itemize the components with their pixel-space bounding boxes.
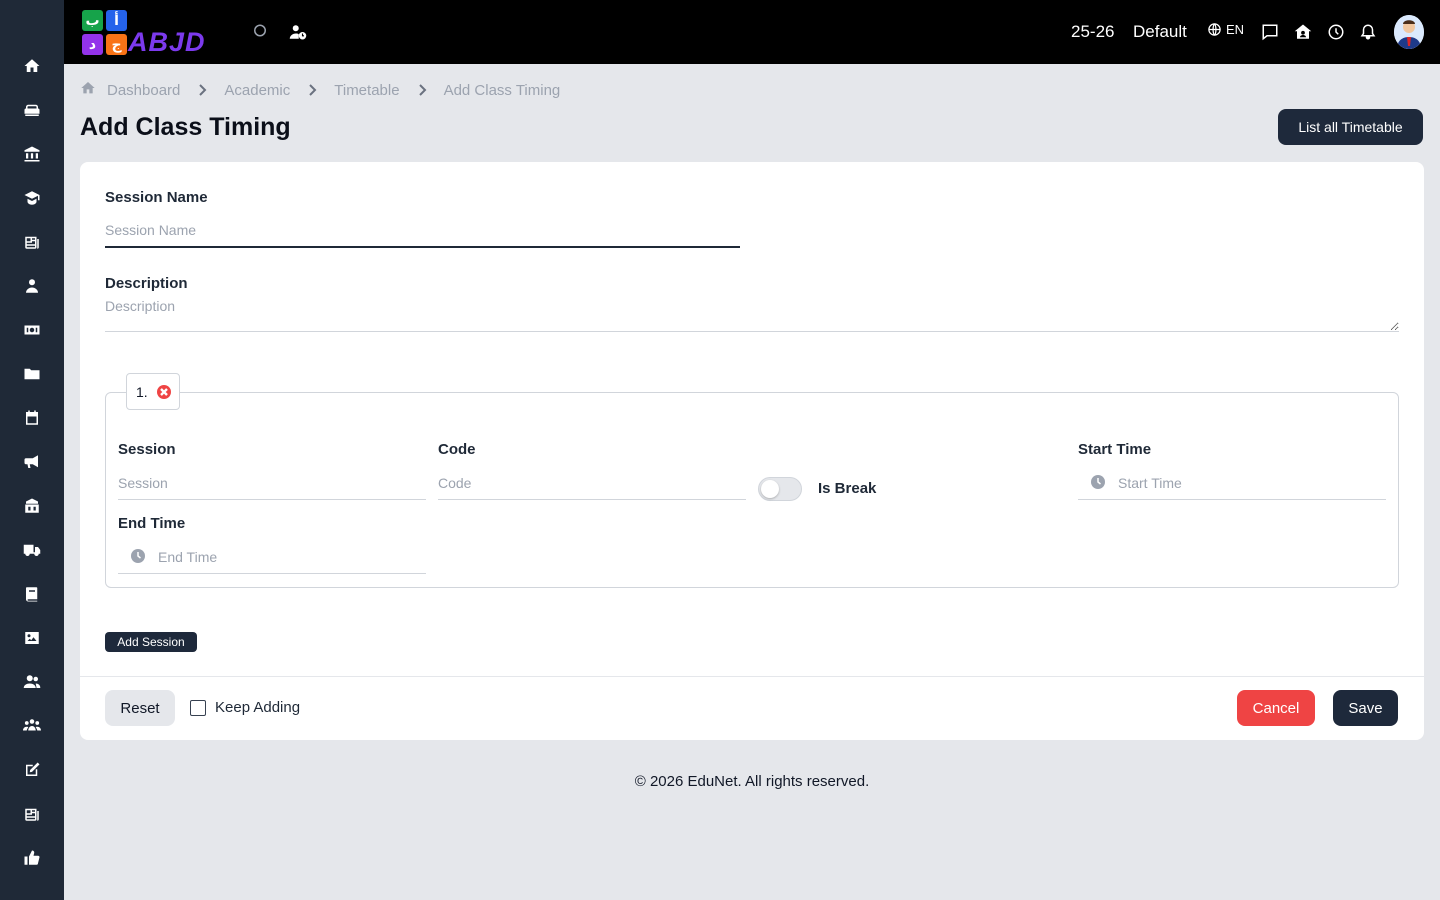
money-icon[interactable] (22, 320, 42, 340)
logo-tile-alif: أ (106, 10, 127, 31)
cancel-button[interactable]: Cancel (1237, 690, 1315, 726)
book-icon[interactable] (22, 584, 42, 604)
description-label: Description (105, 275, 188, 292)
form-card: Session Name Description 1. Session Code… (80, 162, 1424, 740)
truck-icon[interactable] (22, 540, 42, 560)
breadcrumb-home-icon[interactable] (80, 80, 96, 100)
globe-icon (1208, 23, 1221, 36)
keep-adding-checkbox[interactable] (190, 700, 206, 716)
keep-adding-label[interactable]: Keep Adding (215, 699, 300, 716)
chevron-right-icon (416, 84, 428, 96)
reset-button[interactable]: Reset (105, 690, 175, 726)
user-clock-icon[interactable] (288, 22, 308, 42)
sofa-icon[interactable] (22, 100, 42, 120)
language-selector[interactable]: EN (1207, 22, 1244, 37)
users-icon[interactable] (22, 672, 42, 692)
code-label: Code (438, 441, 476, 458)
add-session-button[interactable]: Add Session (105, 632, 197, 652)
breadcrumb-dashboard[interactable]: Dashboard (107, 82, 180, 99)
breadcrumb-academic[interactable]: Academic (224, 82, 290, 99)
logo-tile-ba: ب (82, 10, 103, 31)
toggle-knob (761, 480, 779, 498)
breadcrumb-current: Add Class Timing (443, 81, 561, 99)
user-icon[interactable] (22, 276, 42, 296)
session-input[interactable] (118, 466, 426, 500)
topbar: ب أ د ج ABJD 25-26 Default EN (64, 0, 1440, 64)
logo-tile-dal: د (82, 34, 103, 55)
bank-icon[interactable] (22, 144, 42, 164)
logo-tile-jim: ج (106, 34, 127, 55)
language-label: EN (1226, 22, 1245, 37)
page-title: Add Class Timing (80, 113, 291, 141)
chat-icon[interactable] (1260, 22, 1280, 42)
start-time-label: Start Time (1078, 441, 1152, 458)
logo-text: ABJD (128, 27, 206, 57)
footer-copyright: © 2026 EduNet. All rights reserved. (634, 773, 870, 790)
folder-icon[interactable] (22, 364, 42, 384)
bell-icon[interactable] (1358, 22, 1378, 42)
session-index: 1. (136, 383, 148, 400)
session-name-input[interactable] (105, 214, 740, 248)
calendar-icon[interactable] (22, 408, 42, 428)
session-label: Session (118, 441, 176, 458)
home-icon[interactable] (22, 56, 42, 76)
session-index-tab: 1. (126, 373, 180, 410)
abjd-logo[interactable]: ب أ د ج ABJD (80, 8, 226, 56)
edit-icon[interactable] (22, 760, 42, 780)
megaphone-icon[interactable] (22, 452, 42, 472)
is-break-toggle[interactable] (758, 477, 802, 501)
graduate-icon[interactable] (22, 188, 42, 208)
save-button[interactable]: Save (1333, 690, 1398, 726)
divider (80, 676, 1424, 677)
profile-default[interactable]: Default (1133, 22, 1187, 42)
chevron-right-icon (196, 84, 208, 96)
breadcrumb: Dashboard Academic Timetable Add Class T… (80, 80, 560, 100)
description-textarea[interactable] (105, 298, 1399, 332)
session-name-label: Session Name (105, 189, 208, 206)
thumbs-up-icon[interactable] (22, 848, 42, 868)
remove-session-icon[interactable] (157, 385, 171, 399)
home-user-icon[interactable] (1293, 22, 1313, 42)
session-year[interactable]: 25-26 (1071, 22, 1114, 42)
image-icon[interactable] (22, 628, 42, 648)
code-input[interactable] (438, 466, 746, 500)
news-icon[interactable] (22, 804, 42, 824)
list-all-timetable-button[interactable]: List all Timetable (1278, 109, 1423, 145)
clock-icon[interactable] (1326, 22, 1346, 42)
end-time-label: End Time (118, 515, 186, 532)
sidebar (0, 0, 64, 900)
chevron-right-icon (306, 84, 318, 96)
circle-icon[interactable] (250, 22, 270, 42)
school-icon[interactable] (22, 496, 42, 516)
is-break-label: Is Break (818, 480, 877, 497)
avatar[interactable] (1394, 15, 1424, 49)
breadcrumb-timetable[interactable]: Timetable (334, 82, 399, 99)
end-time-input[interactable] (118, 540, 426, 574)
group-icon[interactable] (22, 716, 42, 736)
newspaper-icon[interactable] (22, 232, 42, 252)
start-time-input[interactable] (1078, 466, 1386, 500)
